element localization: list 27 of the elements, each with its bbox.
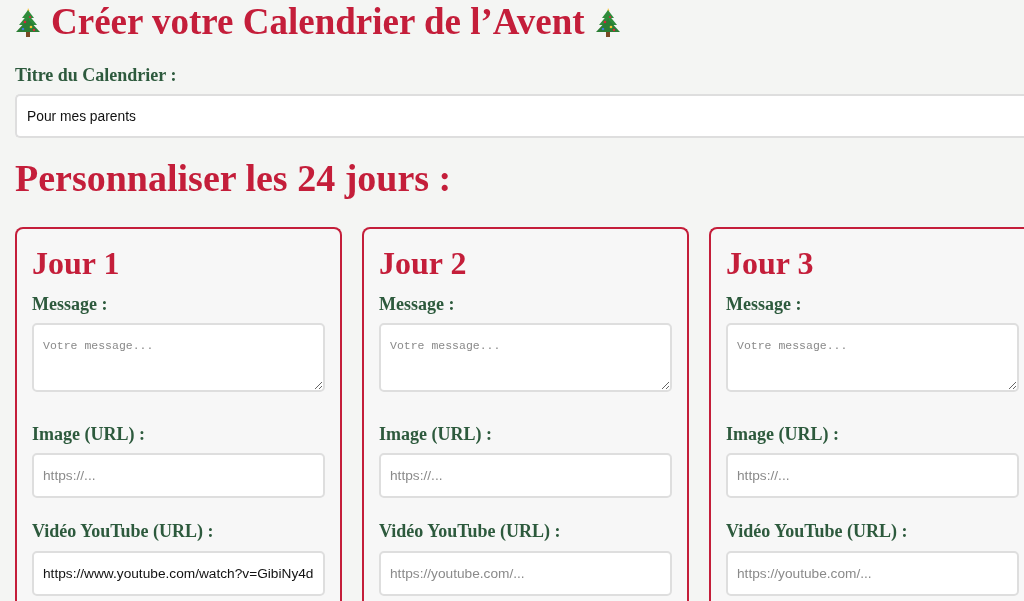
section-heading: Personnaliser les 24 jours : [15, 158, 452, 198]
url-input-field[interactable]: https://... [726, 453, 1019, 498]
field-label: Message : [379, 294, 455, 314]
url-input-field[interactable]: https://www.youtube.com/watch?v=GibiNy4d [32, 551, 325, 596]
christmas-tree-icon [594, 7, 621, 37]
page-title: Créer votre Calendrier de l’Avent [51, 2, 585, 42]
message-textarea[interactable]: Votre message... [379, 323, 672, 392]
url-input-field[interactable]: https://... [379, 453, 672, 498]
title-input-field[interactable]: Pour mes parents [15, 94, 1024, 138]
field-label: Message : [726, 294, 802, 314]
url-input-field[interactable]: https://youtube.com/... [726, 551, 1019, 596]
day-title: Jour 2 [379, 245, 467, 281]
field-label: Vidéo YouTube (URL) : [726, 521, 908, 541]
field-label: Vidéo YouTube (URL) : [32, 521, 214, 541]
day-title: Jour 3 [726, 245, 814, 281]
field-label: Titre du Calendrier : [15, 65, 177, 85]
field-label: Vidéo YouTube (URL) : [379, 521, 561, 541]
christmas-tree-icon [15, 7, 41, 37]
day-title: Jour 1 [32, 245, 120, 281]
url-input-field[interactable]: https://... [32, 453, 325, 498]
field-label: Image (URL) : [32, 424, 145, 444]
url-input-field[interactable]: https://youtube.com/... [379, 551, 672, 596]
field-label: Message : [32, 294, 108, 314]
message-textarea[interactable]: Votre message... [32, 323, 325, 392]
message-textarea[interactable]: Votre message... [726, 323, 1019, 392]
field-label: Image (URL) : [726, 424, 839, 444]
field-label: Image (URL) : [379, 424, 492, 444]
